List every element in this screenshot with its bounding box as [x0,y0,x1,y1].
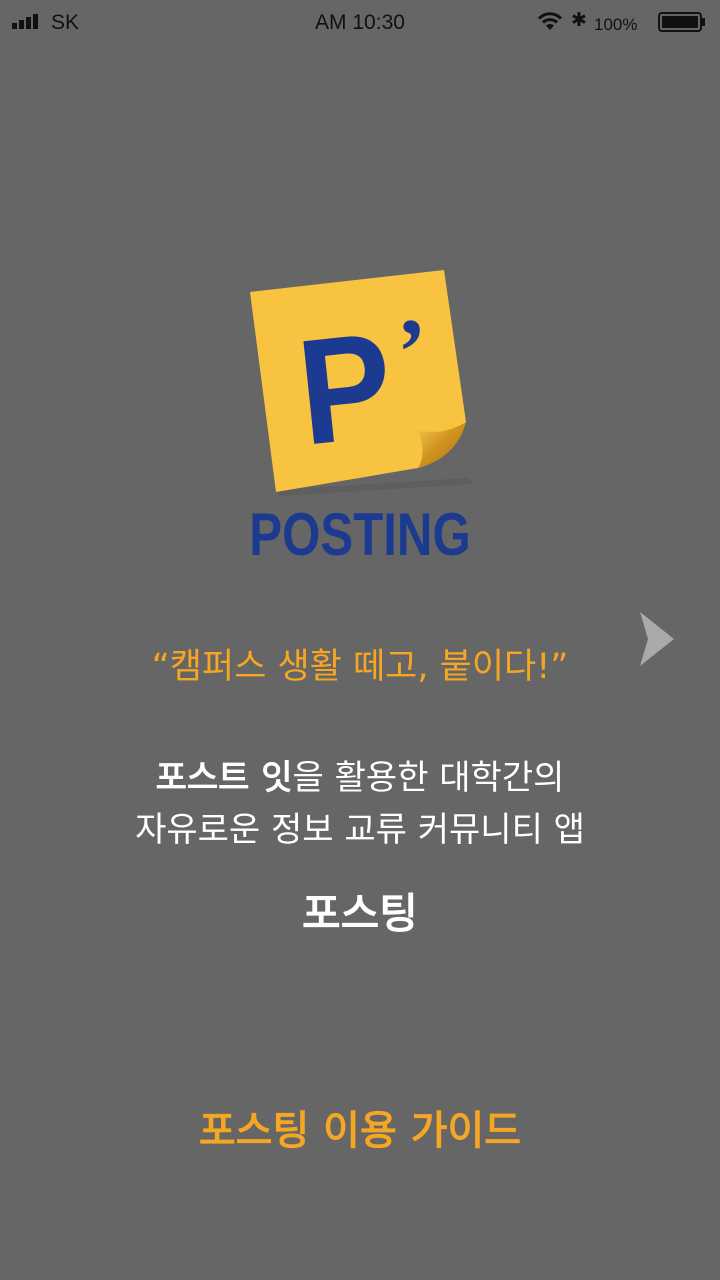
logo-letter: P [291,301,400,477]
description-highlight: 포스트 잇 [155,758,293,798]
logo-wordmark: POSTING [249,501,471,568]
description-line-2: 자유로운 정보 교류 커뮤니티 앱 [135,810,585,850]
posting-logo: P ’ [250,270,474,496]
description-line-1-rest: 을 활용한 대학간의 [292,758,565,798]
app-description: 포스트 잇을 활용한 대학간의 자유로운 정보 교류 커뮤니티 앱 [0,752,720,856]
usage-guide-link[interactable]: 포스팅 이용 가이드 [0,1098,720,1156]
battery-icon [658,12,705,32]
status-bar: SK AM 10:30 ✱ 100% [0,0,720,46]
app-name: 포스팅 [302,889,418,938]
description-line-1: 포스트 잇을 활용한 대학간의 [0,752,720,804]
bluetooth-icon: ✱ [571,10,587,31]
wifi-icon [537,12,563,30]
tagline: “캠퍼스 생활 떼고, 붙이다!” [151,647,569,687]
battery-percent: 100% [594,15,638,34]
